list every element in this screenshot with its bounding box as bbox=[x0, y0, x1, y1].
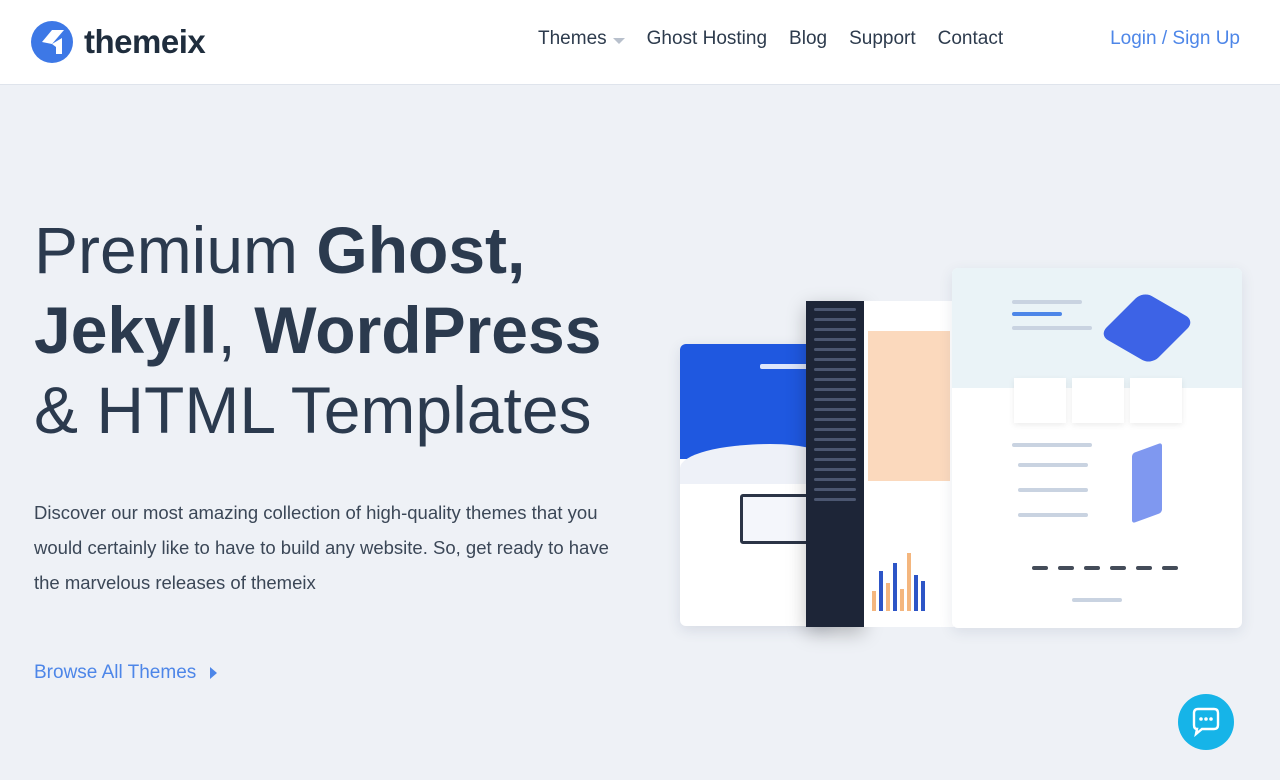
preview-sidebar-row bbox=[814, 308, 856, 311]
preview-sidebar-row bbox=[814, 418, 856, 421]
preview-sidebar-row bbox=[814, 338, 856, 341]
preview-sidebar-row bbox=[814, 428, 856, 431]
title-ghost: Ghost, bbox=[316, 213, 526, 287]
nav-item-contact[interactable]: Contact bbox=[938, 28, 1003, 50]
themeix-logo-icon bbox=[31, 21, 73, 63]
nav-item-blog[interactable]: Blog bbox=[789, 28, 827, 50]
preview-text-line bbox=[1072, 598, 1122, 602]
preview-bar bbox=[907, 553, 911, 611]
preview-dashboard bbox=[864, 301, 954, 627]
preview-sidebar-row bbox=[814, 348, 856, 351]
preview-landing-hero bbox=[952, 268, 1242, 388]
nav-item-label: Contact bbox=[937, 28, 1004, 49]
preview-sidebar-row bbox=[814, 438, 856, 441]
preview-bar bbox=[872, 591, 876, 611]
preview-bar bbox=[879, 571, 883, 611]
preview-sidebar-row bbox=[814, 488, 856, 491]
preview-sidebar-row bbox=[814, 478, 856, 481]
theme-showcase-image bbox=[680, 268, 1242, 628]
preview-text-line bbox=[1018, 513, 1088, 517]
chat-icon bbox=[1192, 707, 1220, 738]
preview-brand-logos bbox=[1032, 566, 1178, 570]
preview-dark-sidebar bbox=[806, 301, 864, 627]
preview-logo bbox=[1136, 566, 1152, 570]
nav-item-support[interactable]: Support bbox=[849, 28, 916, 50]
preview-logo bbox=[1162, 566, 1178, 570]
preview-bar-chart bbox=[872, 551, 948, 611]
preview-logo bbox=[1058, 566, 1074, 570]
logo[interactable]: themeix bbox=[30, 20, 206, 64]
main-nav: Themes Ghost Hosting Blog Support Contac… bbox=[538, 28, 1025, 50]
preview-sidebar-row bbox=[814, 458, 856, 461]
nav-item-label: Support bbox=[849, 28, 916, 49]
caret-down-icon bbox=[612, 37, 625, 44]
title-comma: , bbox=[217, 293, 255, 367]
nav-item-ghost-hosting[interactable]: Ghost Hosting bbox=[647, 28, 767, 50]
nav-item-label: Themes bbox=[538, 28, 607, 49]
preview-text-line bbox=[1012, 312, 1062, 316]
preview-laptop bbox=[740, 494, 810, 544]
preview-bar bbox=[893, 563, 897, 611]
hero-title: Premium Ghost, Jekyll, WordPress & HTML … bbox=[34, 210, 654, 450]
preview-bar bbox=[921, 581, 925, 611]
preview-feature-card bbox=[1072, 378, 1124, 423]
preview-feature-card bbox=[1130, 378, 1182, 423]
preview-text-line bbox=[1012, 300, 1082, 304]
preview-sidebar-row bbox=[814, 398, 856, 401]
preview-text-line bbox=[1012, 326, 1092, 330]
preview-sidebar-row bbox=[814, 498, 856, 501]
preview-light-landing bbox=[952, 268, 1242, 628]
site-header: themeix Themes Ghost Hosting Blog Suppor… bbox=[0, 0, 1280, 85]
browse-all-themes-link[interactable]: Browse All Themes bbox=[34, 662, 218, 684]
preview-sidebar-row bbox=[814, 368, 856, 371]
preview-sidebar-row bbox=[814, 358, 856, 361]
preview-sidebar-row bbox=[814, 468, 856, 471]
preview-bar bbox=[900, 589, 904, 611]
arrow-right-icon bbox=[210, 667, 218, 679]
preview-bar bbox=[914, 575, 918, 611]
preview-feature-card bbox=[1014, 378, 1066, 423]
title-wordpress: WordPress bbox=[254, 293, 602, 367]
preview-sidebar-row bbox=[814, 328, 856, 331]
preview-text-line bbox=[1018, 463, 1088, 467]
preview-sidebar-row bbox=[814, 448, 856, 451]
preview-logo bbox=[1110, 566, 1126, 570]
preview-sidebar-row bbox=[814, 408, 856, 411]
logo-text: themeix bbox=[84, 23, 206, 60]
preview-bar bbox=[886, 583, 890, 611]
preview-tower-illustration bbox=[1132, 442, 1162, 524]
hero-description: Discover our most amazing collection of … bbox=[34, 502, 609, 593]
title-jekyll: Jekyll bbox=[34, 293, 218, 367]
nav-item-label: Blog bbox=[789, 28, 828, 49]
preview-sidebar-row bbox=[814, 388, 856, 391]
preview-logo bbox=[1084, 566, 1100, 570]
browse-label: Browse All Themes bbox=[34, 662, 197, 683]
login-signup-link[interactable]: Login / Sign Up bbox=[1110, 28, 1240, 50]
nav-item-label: Ghost Hosting bbox=[646, 28, 768, 49]
preview-sales-panel bbox=[868, 331, 950, 481]
chat-widget-button[interactable] bbox=[1178, 694, 1234, 750]
nav-item-themes[interactable]: Themes bbox=[538, 28, 625, 50]
title-html-templates: & HTML Templates bbox=[34, 373, 592, 447]
preview-text-line bbox=[1012, 443, 1092, 447]
preview-sidebar-row bbox=[814, 318, 856, 321]
preview-sidebar-row bbox=[814, 378, 856, 381]
title-premium: Premium bbox=[34, 213, 317, 287]
preview-logo bbox=[1032, 566, 1048, 570]
preview-text-line bbox=[1018, 488, 1088, 492]
